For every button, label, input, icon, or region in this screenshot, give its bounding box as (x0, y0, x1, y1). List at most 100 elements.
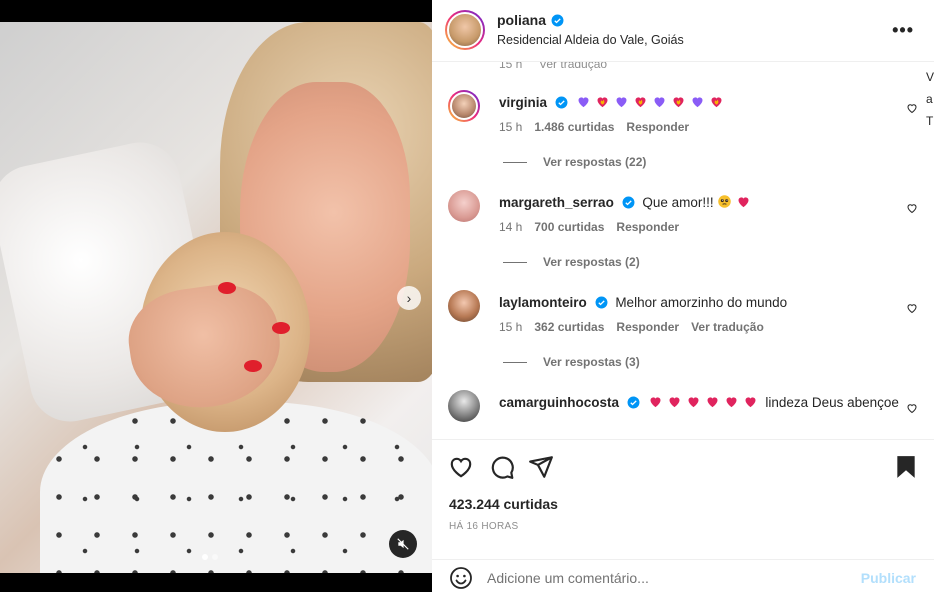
speaker-muted-icon (397, 538, 409, 550)
like-heart-icon[interactable] (448, 454, 474, 480)
photo-nail-shape (218, 282, 236, 294)
replies-divider-line (503, 361, 527, 363)
clipped-char: V (925, 70, 934, 84)
reply-button[interactable]: Responder (616, 320, 679, 334)
red-heart-emoji-icon (726, 397, 737, 408)
comment-text: virginia (499, 94, 899, 112)
reply-button[interactable]: Responder (616, 220, 679, 234)
comment-likes[interactable]: 700 curtidas (534, 220, 604, 234)
comment-text: camarguinhocosta lindeza Deus abençoe (499, 394, 899, 412)
comment-likes[interactable]: 362 curtidas (534, 320, 604, 334)
heart-on-fire-emoji-icon (635, 97, 646, 108)
comment-body: lindeza Deus abençoe (765, 395, 899, 410)
commenter-avatar[interactable] (448, 190, 480, 222)
comment-time[interactable]: 15 h (499, 320, 522, 334)
commenter-username[interactable]: laylamonteiro (499, 295, 587, 310)
comment-text: margareth_serrao Que amor!!! (499, 194, 899, 212)
photo-nail-shape (244, 360, 262, 372)
add-comment-bar: Publicar (432, 559, 934, 592)
heart-on-fire-emoji-icon (711, 97, 722, 108)
carousel-dot-active (202, 554, 208, 560)
post-likes-count[interactable]: 423.244 curtidas (449, 496, 558, 512)
comment-emojis (717, 195, 755, 210)
reply-button[interactable]: Responder (626, 120, 689, 134)
comment-body: Melhor amorzinho do mundo (615, 295, 788, 310)
post-location[interactable]: Residencial Aldeia do Vale, Goiás (497, 33, 684, 47)
verified-badge-icon (551, 14, 564, 26)
comment-meta: 15 h 362 curtidas Responder Ver tradução (499, 320, 764, 334)
commenter-username[interactable]: margareth_serrao (499, 195, 614, 210)
comment-body: Que amor!!! (642, 195, 714, 210)
comment-meta: 15 h 1.486 curtidas Responder (499, 120, 689, 134)
view-replies-label: Ver respostas (22) (543, 155, 647, 169)
replies-divider-line (503, 261, 527, 263)
heart-on-fire-emoji-icon (673, 97, 684, 108)
like-comment-heart-icon[interactable] (906, 202, 918, 214)
purple-heart-emoji-icon (616, 97, 627, 108)
view-replies-button[interactable]: Ver respostas (22) (503, 155, 646, 169)
author-avatar[interactable] (445, 10, 485, 50)
view-replies-button[interactable]: Ver respostas (3) (503, 355, 640, 369)
commenter-username[interactable]: virginia (499, 95, 547, 110)
verified-badge-icon (627, 396, 640, 409)
purple-heart-emoji-icon (692, 97, 703, 108)
view-replies-label: Ver respostas (2) (543, 255, 640, 269)
photo-nail-shape (272, 322, 290, 334)
carousel-indicator (202, 554, 218, 560)
view-replies-label: Ver respostas (3) (543, 355, 640, 369)
commenter-avatar[interactable] (448, 90, 480, 122)
post-header: poliana Residencial Aldeia do Vale, Goiá… (432, 0, 934, 62)
clipped-char: a (925, 92, 933, 106)
red-heart-emoji-icon (745, 397, 756, 408)
commenter-avatar[interactable] (448, 290, 480, 322)
red-heart-emoji-icon (688, 397, 699, 408)
comment-time[interactable]: 15 h (499, 120, 522, 134)
view-replies-button[interactable]: Ver respostas (2) (503, 255, 640, 269)
clipped-char: T (925, 114, 934, 128)
comment-text: laylamonteiro Melhor amorzinho do mundo (499, 294, 899, 312)
translate-button[interactable]: Ver tradução (691, 320, 764, 334)
comment-time[interactable]: 14 h (499, 220, 522, 234)
publish-comment-button[interactable]: Publicar (861, 570, 916, 586)
red-heart-emoji-icon (738, 197, 749, 208)
post-timestamp[interactable]: HÁ 16 HORAS (449, 521, 518, 532)
replies-divider-line (503, 161, 527, 163)
like-comment-heart-icon[interactable] (906, 302, 918, 314)
partial-comment-translate[interactable]: Ver tradução (539, 62, 607, 71)
carousel-dot (212, 554, 218, 560)
post-photo[interactable] (0, 22, 432, 573)
comment-meta: 14 h 700 curtidas Responder (499, 220, 679, 234)
verified-badge-icon (555, 96, 568, 109)
partial-comment-time: 15 h (499, 62, 523, 71)
comment-bubble-icon[interactable] (489, 454, 515, 480)
chevron-right-icon: › (406, 290, 412, 306)
commenter-username[interactable]: camarguinhocosta (499, 395, 619, 410)
comments-list[interactable]: 15 h Ver tradução V a T virginia 15 h 1.… (432, 62, 934, 440)
post-media-panel: › (0, 0, 432, 592)
author-username[interactable]: poliana (497, 12, 546, 28)
more-options-button[interactable]: ••• (892, 20, 914, 41)
like-comment-heart-icon[interactable] (906, 102, 918, 114)
save-bookmark-icon[interactable] (893, 454, 919, 480)
post-details-panel: poliana Residencial Aldeia do Vale, Goiá… (432, 0, 934, 592)
like-comment-heart-icon[interactable] (906, 402, 918, 414)
heart-on-fire-emoji-icon (597, 97, 608, 108)
pleading-face-emoji-icon (718, 195, 732, 208)
verified-badge-icon (595, 296, 608, 309)
partial-comment-meta: 15 h Ver tradução (499, 62, 607, 71)
share-paper-plane-icon[interactable] (528, 454, 554, 480)
comment-emojis (648, 395, 762, 410)
red-heart-emoji-icon (707, 397, 718, 408)
comment-input[interactable] (487, 566, 847, 590)
verified-badge-icon (622, 196, 635, 209)
comment-likes[interactable]: 1.486 curtidas (534, 120, 614, 134)
mute-button[interactable] (389, 530, 417, 558)
author-username-row: poliana (497, 12, 564, 28)
comment-emojis (576, 95, 728, 110)
emoji-picker-icon[interactable] (449, 566, 473, 590)
purple-heart-emoji-icon (578, 97, 589, 108)
purple-heart-emoji-icon (654, 97, 665, 108)
commenter-avatar[interactable] (448, 390, 480, 422)
post-actions-bar (432, 450, 934, 484)
next-slide-button[interactable]: › (397, 286, 421, 310)
